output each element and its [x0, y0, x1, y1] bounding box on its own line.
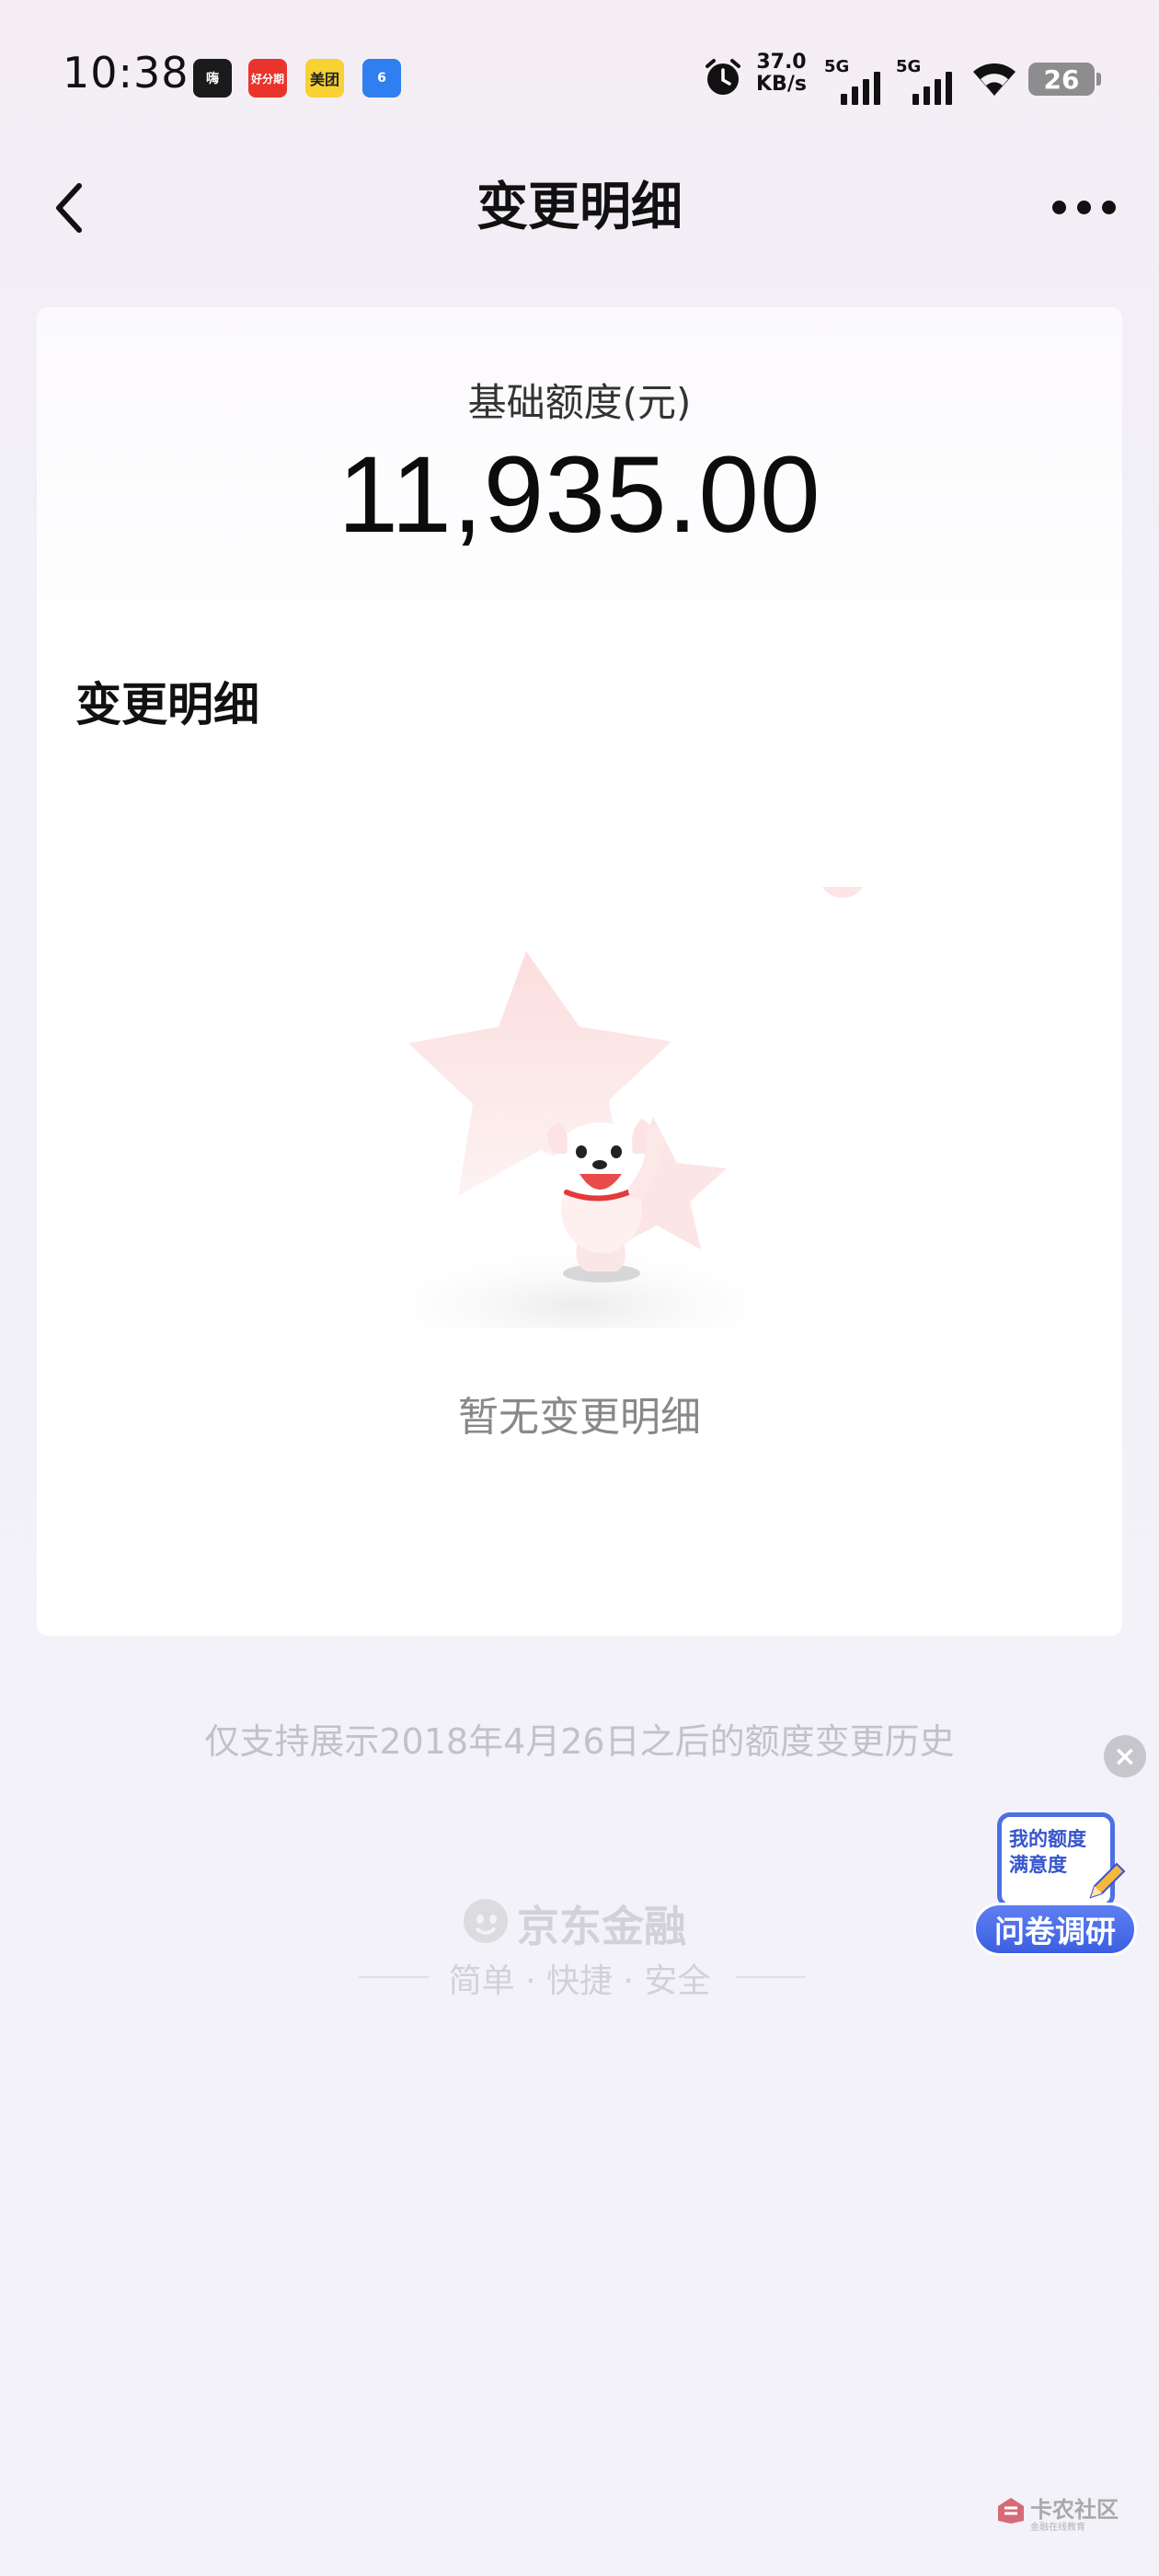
limit-label: 基础额度(元) [467, 380, 692, 425]
brand-name: 京东金融 [517, 1902, 686, 1951]
wifi-icon [973, 63, 1016, 96]
signal-1-icon: 5G [824, 57, 883, 109]
app-icon-2: 好分期 [248, 59, 287, 98]
watermark-logo-icon [998, 2498, 1024, 2524]
net-speed-value: 37.0 [756, 51, 807, 74]
empty-state-text: 暂无变更明细 [458, 1394, 701, 1441]
net-speed: 37.0 KB/s [756, 52, 807, 96]
alarm-icon [706, 59, 740, 95]
survey-close-button[interactable]: × [1104, 1735, 1146, 1777]
more-icon[interactable] [1052, 193, 1122, 221]
app-icon-4: 6 [362, 59, 401, 98]
page-title: 变更明细 [476, 178, 683, 237]
section-title: 变更明细 [75, 678, 259, 731]
battery-indicator: 26 [1028, 63, 1101, 96]
app-icon-1: 嗨 [193, 59, 232, 98]
survey-card-line1: 我的额度 [1009, 1828, 1086, 1850]
limit-value: 11,935.00 [338, 434, 821, 556]
limit-card: 基础额度(元) 11,935.00 变更明细 暂无变更明细 [37, 307, 1122, 1636]
status-bar: 10:38 嗨 好分期 美团 6 37.0 KB/s 5G 5G 26 [0, 0, 1159, 156]
app-icon-3: 美团 [305, 59, 344, 98]
watermark-subtitle: 金融在线教育 [1030, 2523, 1085, 2533]
brand-slogan: 简单 · 快捷 · 安全 [448, 1962, 711, 2000]
status-time: 10:38 [63, 48, 189, 98]
net-speed-unit: KB/s [756, 73, 807, 96]
slogan-divider-right [736, 1976, 806, 1978]
history-note: 仅支持展示2018年4月26日之后的额度变更历史 [204, 1721, 955, 1762]
signal-2-icon: 5G [896, 57, 955, 109]
empty-state-illustration [350, 887, 863, 1328]
pencil-icon [1089, 1862, 1126, 1899]
survey-button[interactable]: 问卷调研 [973, 1903, 1137, 1956]
brand-logo-icon [464, 1899, 508, 1943]
